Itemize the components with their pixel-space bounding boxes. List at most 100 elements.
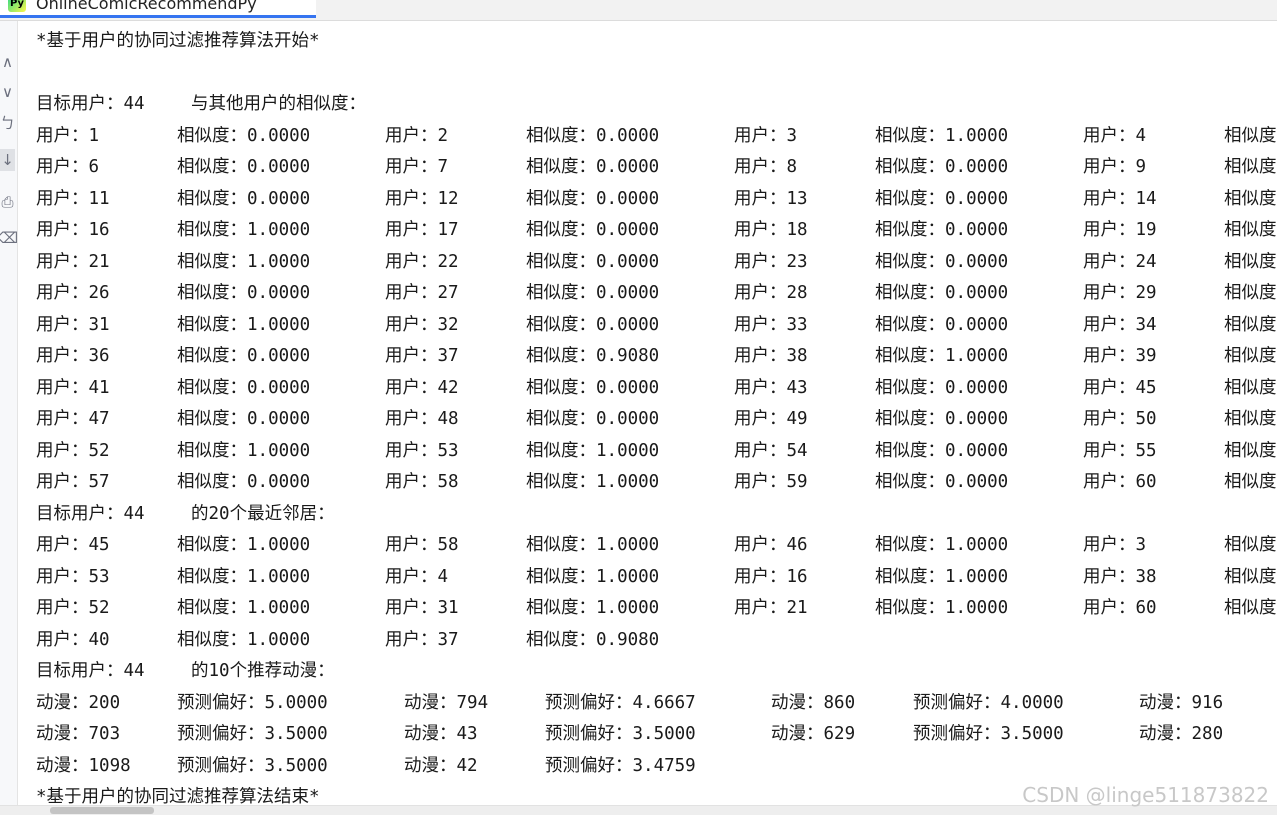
output-cell: 相似度 — [1224, 440, 1277, 461]
output-cell: 相似度：0.0000 — [177, 472, 311, 492]
watermark: CSDN @linge511873822 — [1022, 783, 1269, 807]
output-cell: 动漫：42 — [404, 755, 478, 776]
output-cell: 相似度：0.0000 — [177, 346, 311, 366]
output-cell: 相似度 — [1224, 535, 1277, 555]
output-cell: 相似度：1.0000 — [177, 535, 311, 555]
output-cell: 相似度 — [1224, 283, 1277, 303]
tab-icon-label: Py — [9, 0, 25, 9]
output-cell: 用户：27 — [385, 283, 459, 303]
scroll-to-end-icon[interactable]: ↓ — [0, 149, 15, 171]
output-cell: 用户：11 — [36, 188, 110, 209]
output-cell: 相似度 — [1224, 220, 1277, 240]
output-cell: 用户：24 — [1083, 251, 1157, 272]
output-cell: 用户：45 — [1083, 377, 1157, 398]
editor-tab-bar: Py OnlineComicRecommendPy — [0, 0, 1277, 21]
output-cell: 用户：3 — [1083, 535, 1147, 555]
output-cell: 预测偏好：3.5000 — [177, 724, 328, 744]
output-cell: 动漫：860 — [771, 692, 856, 713]
output-cell: 用户：50 — [1083, 409, 1157, 429]
output-cell: 相似度：0.0000 — [177, 125, 311, 146]
output-cell: 用户：31 — [36, 314, 110, 335]
output-cell: 用户：53 — [385, 440, 459, 461]
output-cell: 相似度 — [1224, 409, 1277, 429]
delete-icon[interactable]: ⌫ — [0, 227, 18, 249]
output-cell: 相似度：1.0000 — [177, 220, 311, 240]
print-icon[interactable]: ⎙ — [0, 191, 15, 213]
output-cell: 用户：2 — [385, 125, 449, 146]
output-cell: 用户：45 — [36, 535, 110, 555]
output-cell: 用户：21 — [734, 598, 808, 618]
output-cell: 用户：29 — [1083, 283, 1157, 303]
chevron-up-icon[interactable]: ∧ — [0, 51, 15, 73]
output-cell: 与其他用户的相似度： — [191, 94, 366, 114]
output-cell: 相似度：1.0000 — [177, 629, 311, 650]
output-cell: 相似度：0.0000 — [177, 409, 311, 429]
console-toolbar: ∧ ∨ ㄅ ↓ ⎙ ⌫ — [0, 21, 18, 807]
output-cell: 相似度 — [1224, 157, 1277, 177]
output-cell: 用户：19 — [1083, 220, 1157, 240]
chevron-down-icon[interactable]: ∨ — [0, 81, 15, 103]
output-cell: 相似度 — [1224, 314, 1277, 335]
output-cell: 用户：31 — [385, 598, 459, 618]
output-cell: 用户：46 — [734, 535, 808, 555]
output-cell: 相似度 — [1224, 377, 1277, 398]
output-cell: 相似度：1.0000 — [177, 566, 311, 587]
output-cell: 用户：38 — [734, 346, 808, 366]
scrollbar-thumb[interactable] — [50, 807, 154, 814]
output-cell: 相似度：1.0000 — [875, 598, 1009, 618]
output-cell: 的20个最近邻居： — [191, 503, 335, 524]
output-cell: 相似度：0.0000 — [526, 251, 660, 272]
output-cell: 相似度：0.0000 — [526, 157, 660, 177]
output-cell: 用户：33 — [734, 314, 808, 335]
output-cell: 用户：16 — [734, 566, 808, 587]
output-cell: 用户：13 — [734, 188, 808, 209]
output-cell: 用户：55 — [1083, 440, 1157, 461]
output-cell: 相似度：1.0000 — [526, 566, 660, 587]
output-cell: 用户：49 — [734, 409, 808, 429]
output-cell: 相似度：0.9080 — [526, 629, 660, 650]
output-cell: 预测偏好：3.5000 — [545, 724, 696, 744]
output-cell: 相似度：0.0000 — [177, 157, 311, 177]
output-cell: 相似度：0.0000 — [526, 188, 660, 209]
output-cell: 预测偏好：3.4759 — [545, 755, 696, 776]
soft-wrap-icon[interactable]: ㄅ — [0, 111, 15, 133]
output-cell: 动漫：916 — [1139, 692, 1224, 713]
output-cell: 用户：42 — [385, 377, 459, 398]
output-cell: 相似度：0.0000 — [875, 157, 1009, 177]
output-cell: 用户：6 — [36, 157, 100, 177]
output-cell: 相似度：0.0000 — [875, 440, 1009, 461]
output-cell: 动漫：43 — [404, 724, 478, 744]
output-cell: 动漫：1098 — [36, 755, 131, 776]
output-cell: 目标用户：44 — [36, 503, 145, 524]
output-cell: 用户：34 — [1083, 314, 1157, 335]
output-cell: 相似度：0.0000 — [177, 188, 311, 209]
output-cell: 相似度 — [1224, 188, 1277, 209]
run-console-output[interactable]: *基于用户的协同过滤推荐算法开始* 目标用户：44 与其他用户的相似度： 用户：1 相似… — [36, 20, 1277, 805]
output-cell: 相似度：1.0000 — [526, 440, 660, 461]
output-cell: 用户：18 — [734, 220, 808, 240]
output-cell: 相似度：0.0000 — [526, 377, 660, 398]
output-cell: 的10个推荐动漫： — [191, 661, 335, 681]
output-cell: 用户：52 — [36, 598, 110, 618]
output-cell: 相似度：1.0000 — [875, 566, 1009, 587]
output-cell: 相似度：0.0000 — [526, 220, 660, 240]
output-cell: 相似度：0.9080 — [526, 346, 660, 366]
output-cell: 相似度：0.0000 — [177, 283, 311, 303]
output-cell: 预测偏好：3.5000 — [177, 755, 328, 776]
tab-online-comic-recommend[interactable]: Py OnlineComicRecommendPy — [0, 0, 316, 18]
output-cell: 相似度：1.0000 — [526, 598, 660, 618]
output-cell: 用户：8 — [734, 157, 798, 177]
output-cell: 相似度：1.0000 — [875, 125, 1009, 146]
output-cell: 用户：14 — [1083, 188, 1157, 209]
output-cell: 用户：39 — [1083, 346, 1157, 366]
output-cell: 用户：26 — [36, 283, 110, 303]
output-header-line: *基于用户的协同过滤推荐算法开始* — [36, 31, 320, 51]
output-cell: 相似度：0.0000 — [177, 377, 311, 398]
output-cell: 用户：7 — [385, 157, 449, 177]
output-cell: 用户：59 — [734, 472, 808, 492]
output-cell: 用户：9 — [1083, 157, 1147, 177]
output-cell: 目标用户：44 — [36, 661, 145, 681]
output-footer-line: *基于用户的协同过滤推荐算法结束* — [36, 787, 320, 805]
output-cell: 相似度：1.0000 — [526, 535, 660, 555]
output-cell: 用户：23 — [734, 251, 808, 272]
